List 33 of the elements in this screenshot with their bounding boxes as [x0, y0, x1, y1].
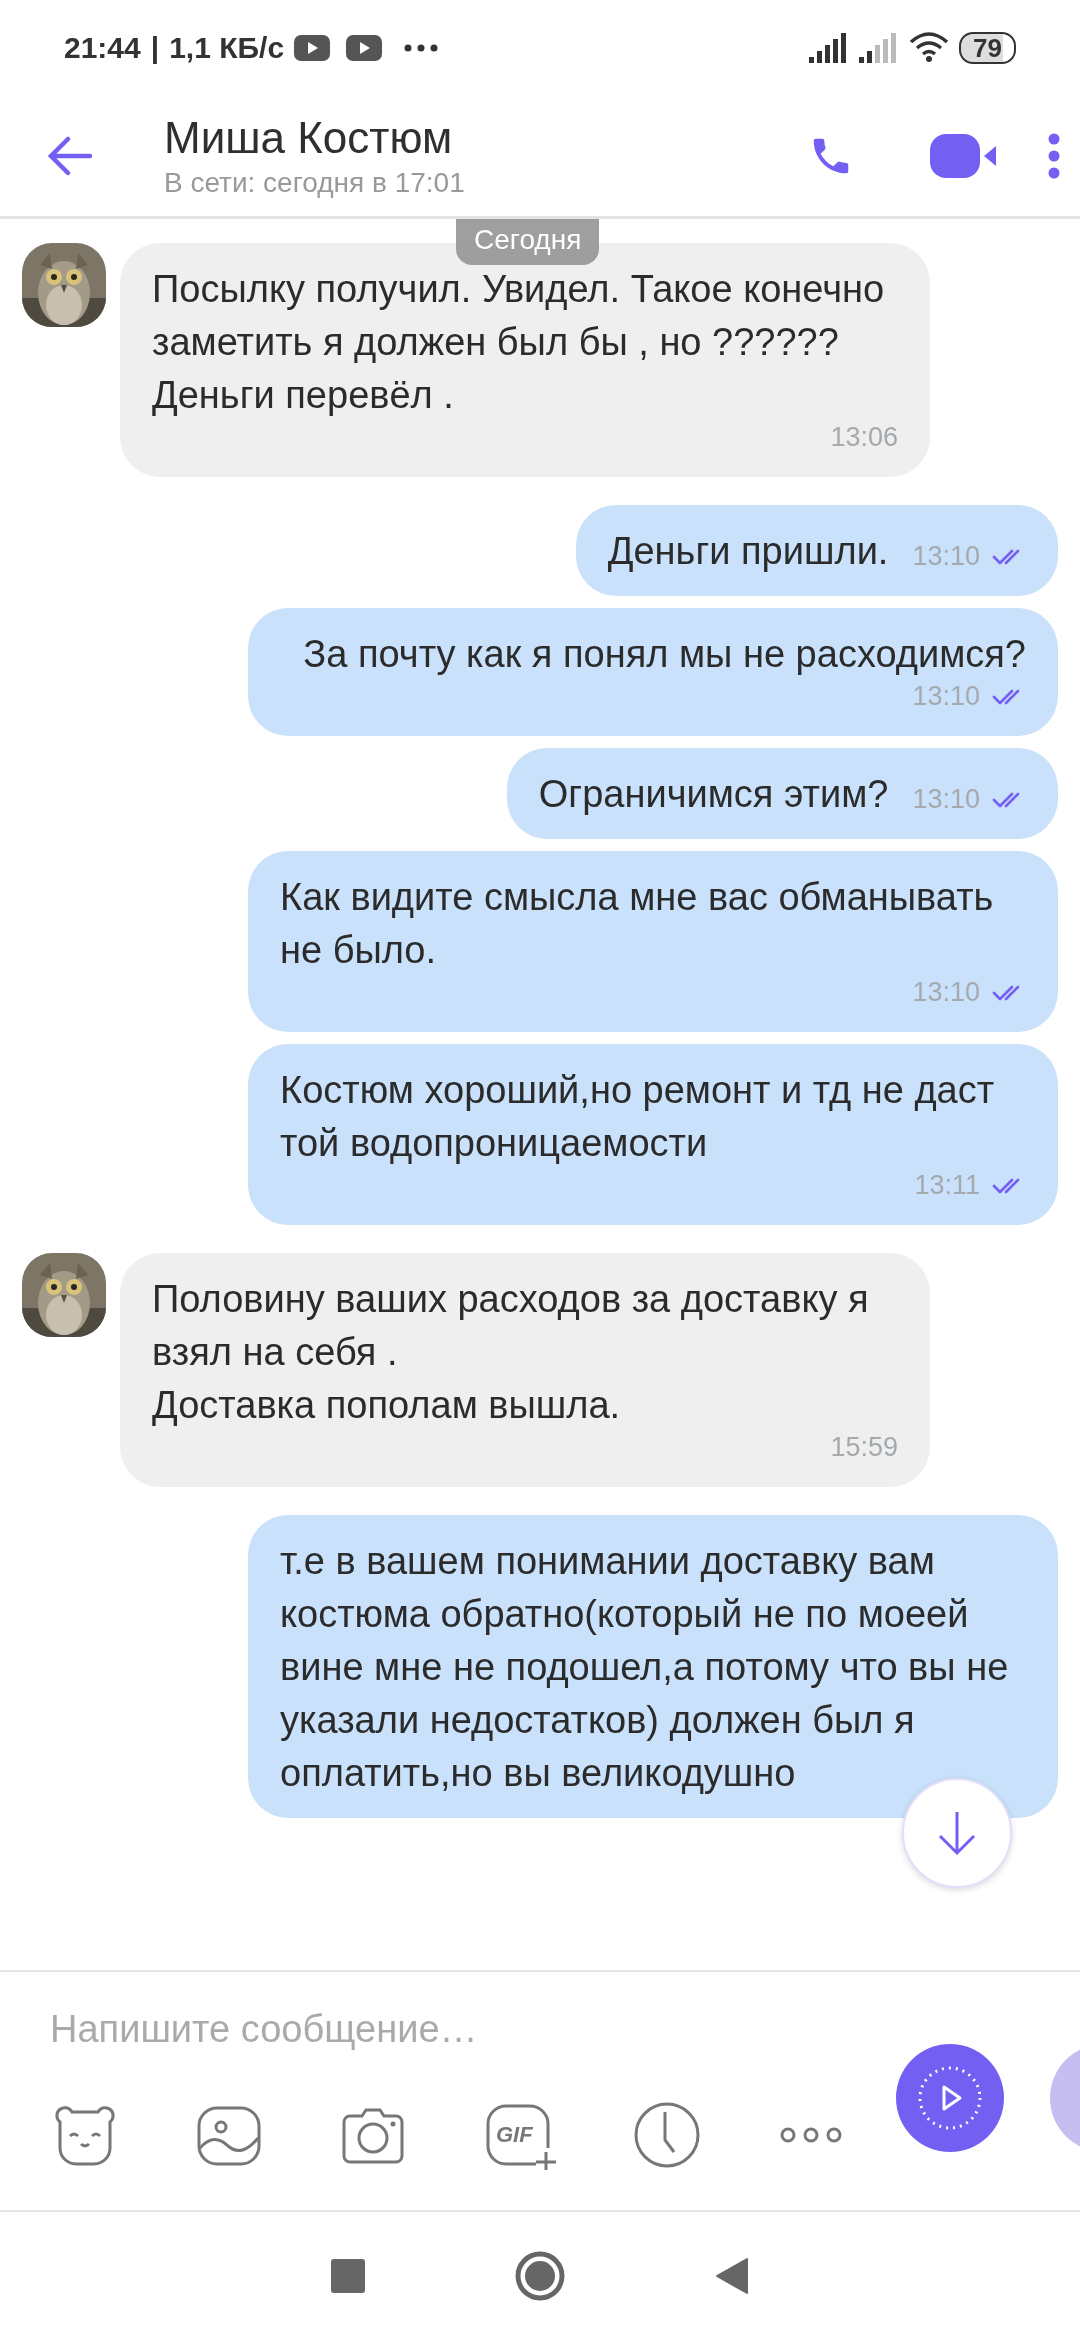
- video-play-icon: [346, 35, 383, 61]
- video-camera-icon[interactable]: [930, 134, 998, 178]
- more-icon: [404, 44, 439, 52]
- battery-indicator: 79: [959, 32, 1016, 64]
- contact-name: Миша Костюм: [164, 113, 454, 163]
- message-time: 13:11: [914, 1170, 980, 1201]
- message-text: т.е в вашем понимании доставку вам костюма обратно(который не по моеей вине мне не подошел,а потому что вы не указали недостатков) должен был я оплатить,но вы великодушно: [280, 1539, 1010, 1796]
- message-time: 13:10: [912, 681, 980, 712]
- play-icon: [917, 2065, 983, 2131]
- video-play-icon: [294, 35, 331, 61]
- message-time: 15:59: [830, 1432, 898, 1463]
- message-time: 13:10: [912, 541, 980, 572]
- wifi-icon: [909, 32, 950, 64]
- message-input[interactable]: Напишите сообщение…: [50, 2008, 830, 2051]
- message-text: Как видите смысла мне вас обманывать не было.: [280, 875, 995, 973]
- network-speed: 1,1 КБ/с: [169, 31, 285, 65]
- message-text: Ограничимся этим?: [538, 772, 889, 817]
- message-time: 13:10: [912, 977, 980, 1008]
- message-text: Половину ваших расходов за доставку я взял на себя . Доставка пополам вышла.: [152, 1277, 870, 1428]
- separator: |: [150, 31, 160, 65]
- message-text: Посылку получил. Увидел. Такое конечно заметить я должен был бы , но ?????? Деньги перевёл .: [152, 267, 886, 418]
- date-chip: Сегодня: [456, 219, 600, 265]
- clock-icon[interactable]: [632, 2100, 702, 2170]
- online-status: В сети: сегодня в 17:01: [164, 167, 466, 199]
- message-text: Костюм хороший,но ремонт и тд не даст той водопроницаемости: [280, 1068, 996, 1166]
- clock: 21:44: [64, 31, 141, 65]
- message-time: 13:06: [830, 422, 898, 453]
- message-text: Деньги пришли.: [607, 529, 889, 574]
- back-icon[interactable]: [715, 2257, 749, 2295]
- message-text: За почту как я понял мы не расходимся?: [303, 632, 1026, 677]
- kebab-menu-icon[interactable]: [1048, 133, 1060, 179]
- home-icon[interactable]: [515, 2251, 565, 2301]
- message-time: 13:10: [912, 784, 980, 815]
